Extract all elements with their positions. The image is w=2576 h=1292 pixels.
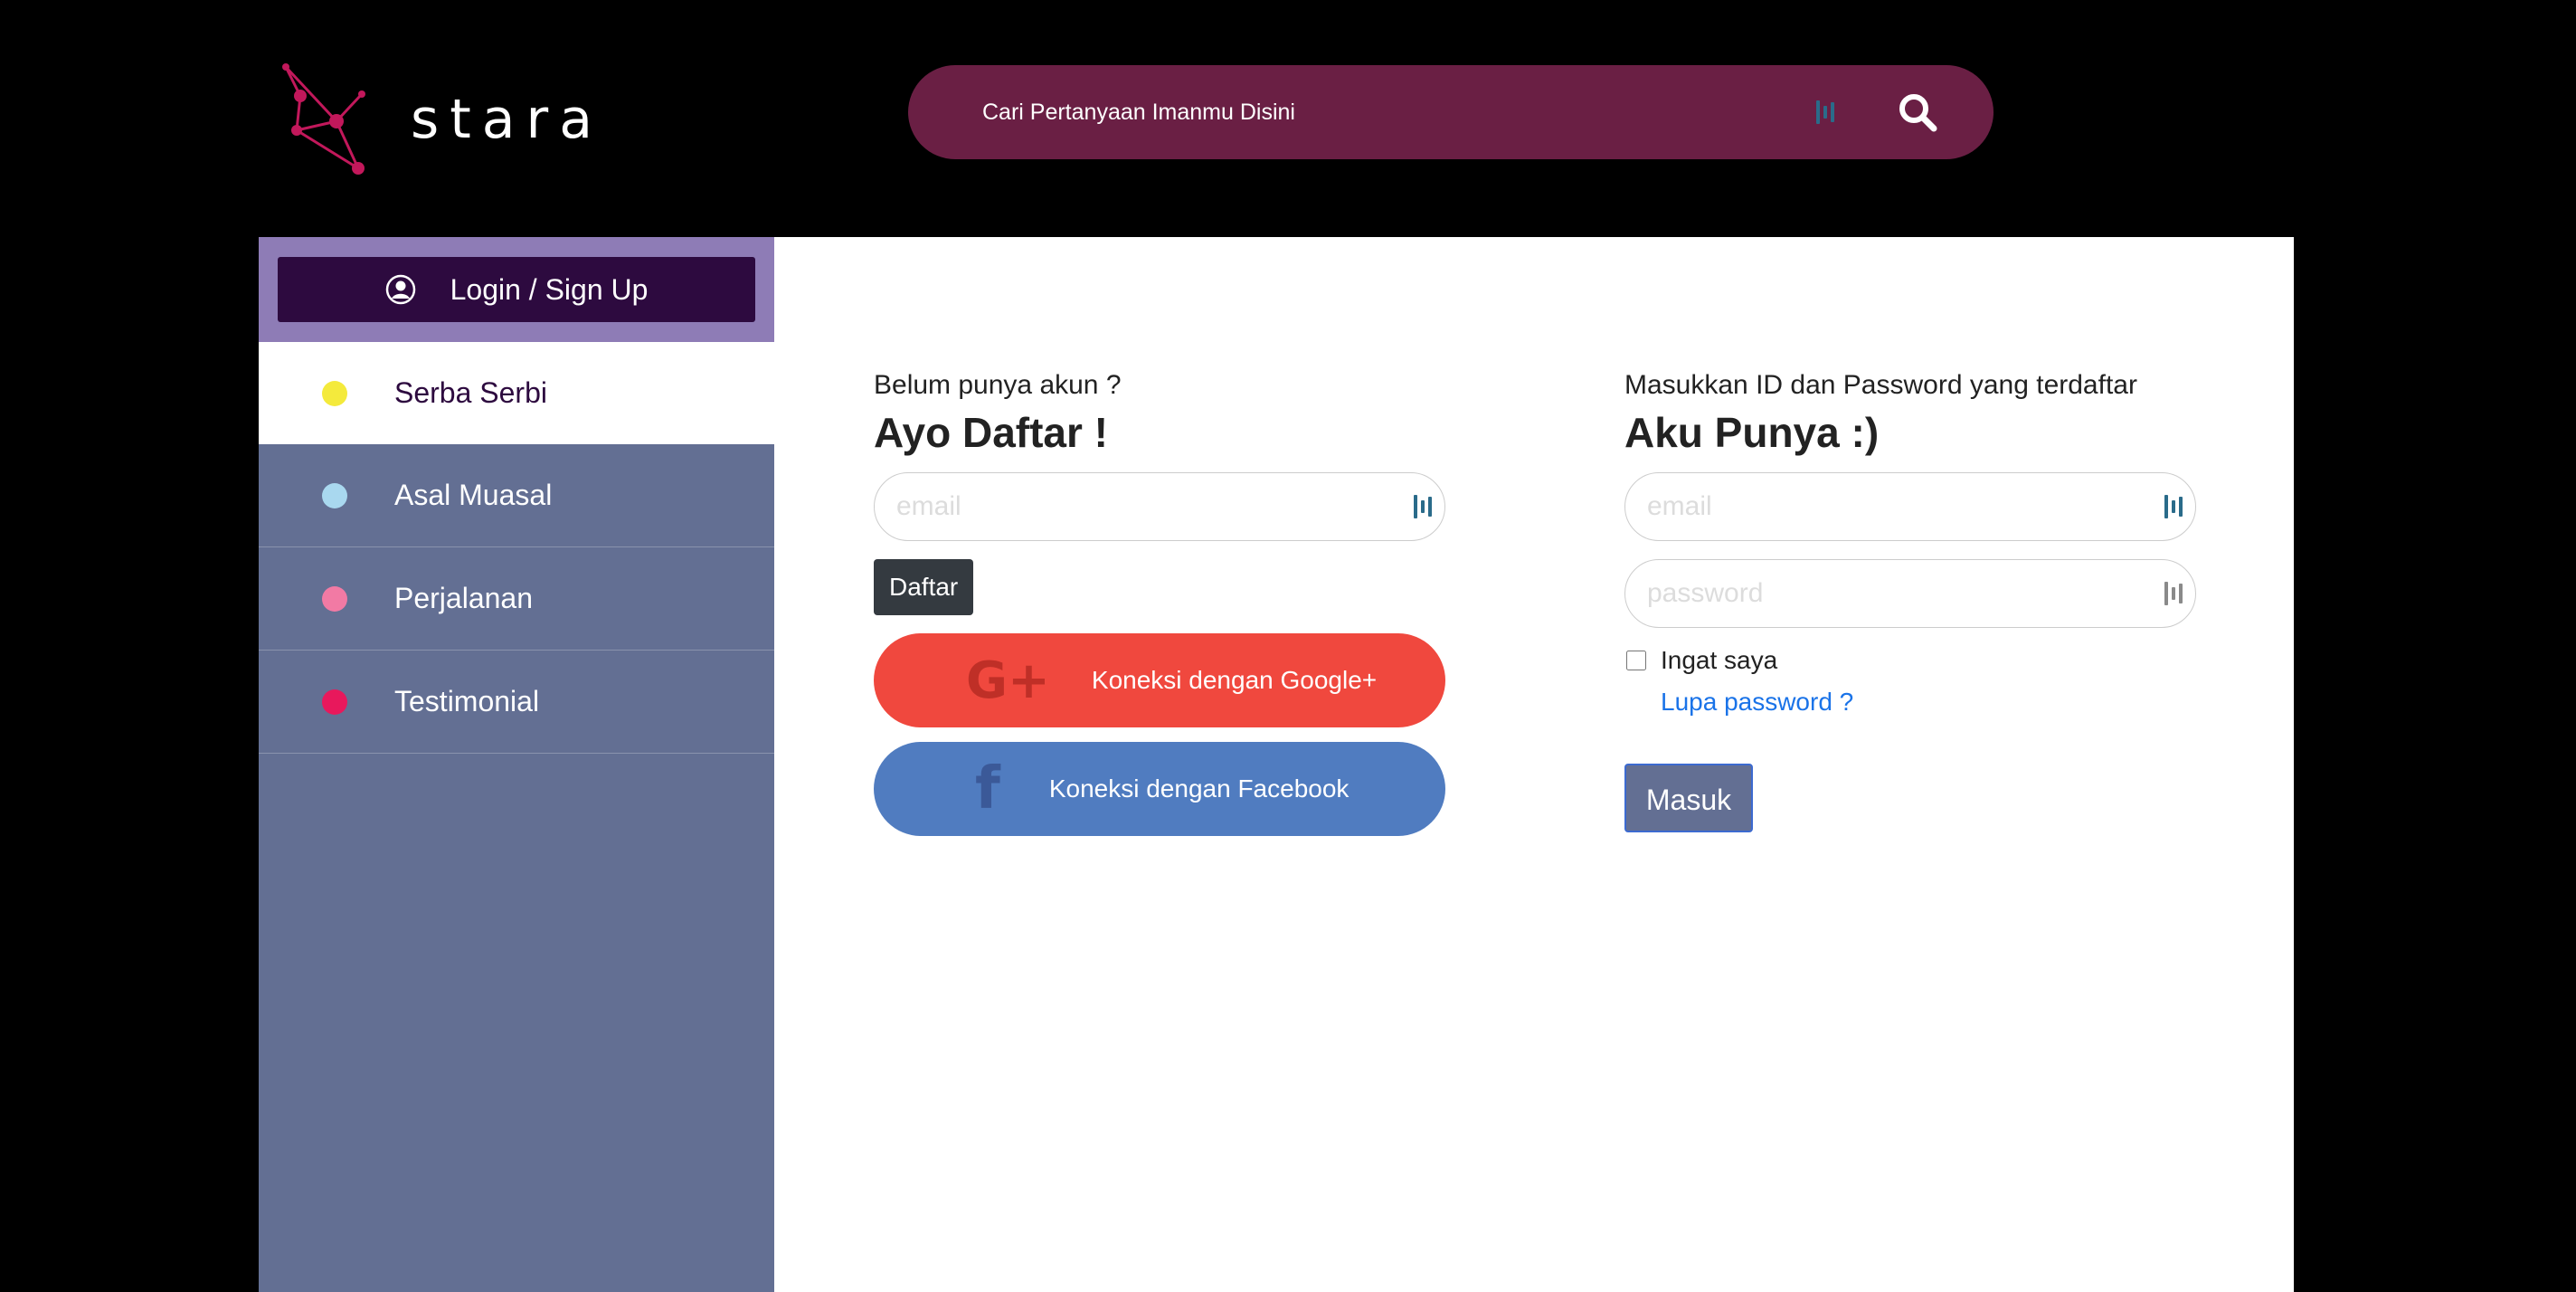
password-manager-icon[interactable]	[1414, 495, 1432, 518]
stara-logo-icon	[282, 63, 365, 175]
facebook-connect-label: Koneksi dengan Facebook	[1048, 774, 1350, 803]
brand-logo[interactable]: stara	[280, 62, 603, 177]
register-title: Ayo Daftar !	[874, 409, 1108, 456]
login-subtitle: Masukkan ID dan Password yang terdaftar	[1624, 370, 2137, 400]
password-manager-icon[interactable]	[2164, 582, 2183, 605]
sidebar-item-label: Perjalanan	[394, 582, 533, 614]
register-email-field	[874, 472, 1445, 541]
dot-icon	[322, 482, 347, 508]
main-container: Login / Sign Up Serba Serbi Asal Muasal …	[259, 237, 2294, 1292]
login-title: Aku Punya :)	[1624, 409, 1880, 456]
remember-me-label: Ingat saya	[1661, 646, 1778, 674]
sidebar: Login / Sign Up Serba Serbi Asal Muasal …	[259, 237, 774, 1292]
search-input[interactable]	[908, 64, 1816, 160]
sidebar-item-label: Testimonial	[394, 685, 540, 717]
remember-me-checkbox[interactable]	[1626, 651, 1646, 670]
login-section: Masukkan ID dan Password yang terdaftar …	[1624, 367, 2196, 832]
dot-icon	[322, 689, 347, 715]
login-email-field	[1624, 472, 2196, 541]
register-email-input[interactable]	[875, 490, 1414, 523]
google-plus-icon: G+	[966, 651, 1050, 710]
login-password-input[interactable]	[1625, 577, 2164, 610]
google-connect-button[interactable]: G+ Koneksi dengan Google+	[874, 633, 1445, 727]
password-manager-icon[interactable]	[1816, 100, 1834, 124]
forgot-password-link[interactable]: Lupa password ?	[1661, 688, 2196, 717]
sidebar-item-testimonial[interactable]: Testimonial	[259, 651, 774, 754]
login-email-input[interactable]	[1625, 490, 2164, 523]
remember-me[interactable]: Ingat saya	[1624, 646, 2196, 675]
search-icon[interactable]	[1898, 92, 1937, 132]
dot-icon	[322, 380, 347, 406]
google-connect-label: Koneksi dengan Google+	[1091, 666, 1378, 694]
search-bar	[908, 64, 1994, 160]
register-section: Belum punya akun ? Ayo Daftar ! Daftar G…	[874, 367, 1445, 836]
facebook-icon: f	[975, 755, 1000, 822]
user-circle-icon	[385, 274, 415, 305]
sidebar-header: Login / Sign Up	[259, 237, 774, 342]
daftar-button[interactable]: Daftar	[874, 559, 974, 615]
masuk-button[interactable]: Masuk	[1624, 764, 1753, 832]
facebook-connect-button[interactable]: f Koneksi dengan Facebook	[874, 742, 1445, 836]
password-manager-icon[interactable]	[2164, 495, 2183, 518]
login-signup-label: Login / Sign Up	[450, 272, 649, 306]
sidebar-item-label: Serba Serbi	[394, 376, 547, 409]
register-subtitle: Belum punya akun ?	[874, 370, 1122, 400]
login-password-field	[1624, 559, 2196, 628]
login-signup-button[interactable]: Login / Sign Up	[278, 257, 755, 322]
brand-name: stara	[411, 88, 603, 151]
dot-icon	[322, 585, 347, 612]
sidebar-item-perjalanan[interactable]: Perjalanan	[259, 547, 774, 651]
sidebar-item-label: Asal Muasal	[394, 479, 553, 511]
sidebar-item-asal-muasal[interactable]: Asal Muasal	[259, 444, 774, 547]
sidebar-item-serba-serbi[interactable]: Serba Serbi	[259, 342, 774, 444]
